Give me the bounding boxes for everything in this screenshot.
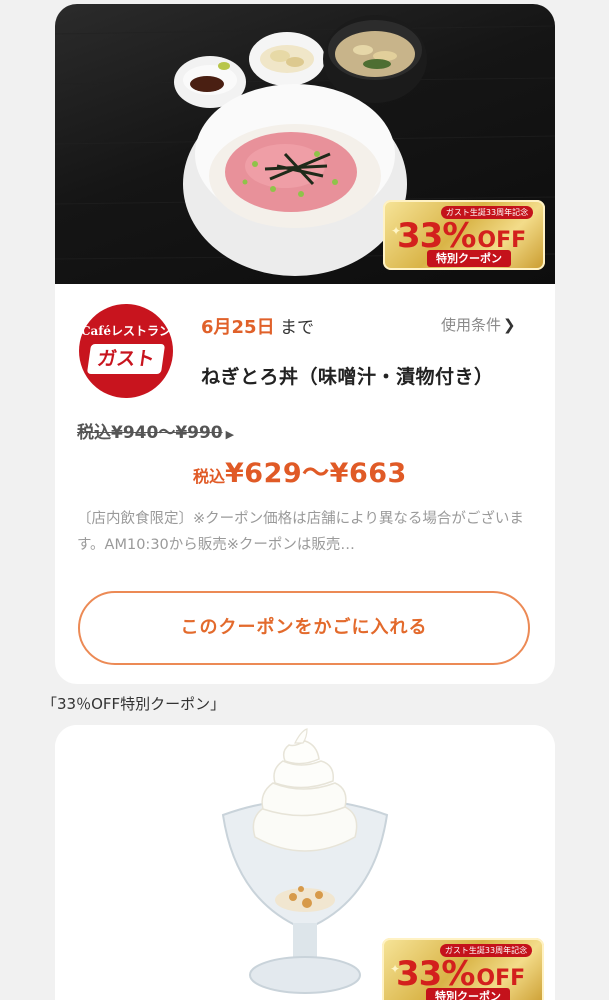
discount-badge: ✦ ✦ ガスト生誕33周年記念 33%OFF 特別クーポン bbox=[382, 938, 544, 1000]
discount-badge: ✦ ✦ ガスト生誕33周年記念 33%OFF 特別クーポン bbox=[383, 200, 545, 270]
badge-special-coupon-label: 特別クーポン bbox=[427, 250, 511, 267]
discounted-price: 税込¥629〜¥663 bbox=[193, 451, 407, 490]
terms-link[interactable]: 使用条件 ❯ bbox=[441, 314, 516, 335]
section-label: 「33％OFF特別クーポン」 bbox=[42, 695, 226, 713]
add-to-cart-button[interactable]: このクーポンをかごに入れる bbox=[78, 591, 530, 665]
coupon-notes: 〔店内飲食限定〕※クーポン価格は店舗により異なる場合がございます。AM10:30… bbox=[77, 511, 524, 553]
terms-label: 使用条件 bbox=[441, 316, 502, 334]
triangle-right-icon: ▶ bbox=[225, 428, 235, 441]
coupon-list-page: ✦ ✦ ガスト生誕33周年記念 33%OFF 特別クーポン Caféレストラン … bbox=[0, 0, 609, 1000]
original-price-text: 税込¥940〜¥990 bbox=[77, 423, 223, 443]
discounted-price-tax-label: 税込 bbox=[193, 467, 226, 486]
coupon-deadline: 6月25日 まで bbox=[201, 313, 314, 339]
logo-brand-name: ガスト bbox=[86, 344, 166, 374]
item-name: ねぎとろ丼（味噌汁・漬物付き） bbox=[201, 366, 494, 388]
original-price: 税込¥940〜¥990 ▶ bbox=[77, 418, 234, 443]
gusto-logo: Caféレストラン ガスト bbox=[79, 304, 173, 398]
chevron-right-icon: ❯ bbox=[503, 316, 516, 334]
product-photo-soft-serve-parfait: ✦ ✦ ガスト生誕33周年記念 33%OFF 特別クーポン bbox=[55, 725, 555, 1000]
coupon-card[interactable]: ✦ ✦ ガスト生誕33周年記念 33%OFF 特別クーポン Caféレストラン … bbox=[55, 4, 555, 684]
logo-cafe-restaurant: Caféレストラン bbox=[80, 324, 172, 338]
badge-special-coupon-label: 特別クーポン bbox=[426, 988, 510, 1000]
discounted-price-amount: ¥629〜¥663 bbox=[225, 458, 407, 489]
deadline-date: 6月25日 bbox=[201, 317, 275, 338]
deadline-suffix: まで bbox=[279, 318, 314, 338]
product-photo-negitoro-don: ✦ ✦ ガスト生誕33周年記念 33%OFF 特別クーポン bbox=[55, 4, 555, 284]
coupon-card[interactable]: ✦ ✦ ガスト生誕33周年記念 33%OFF 特別クーポン bbox=[55, 725, 555, 1000]
